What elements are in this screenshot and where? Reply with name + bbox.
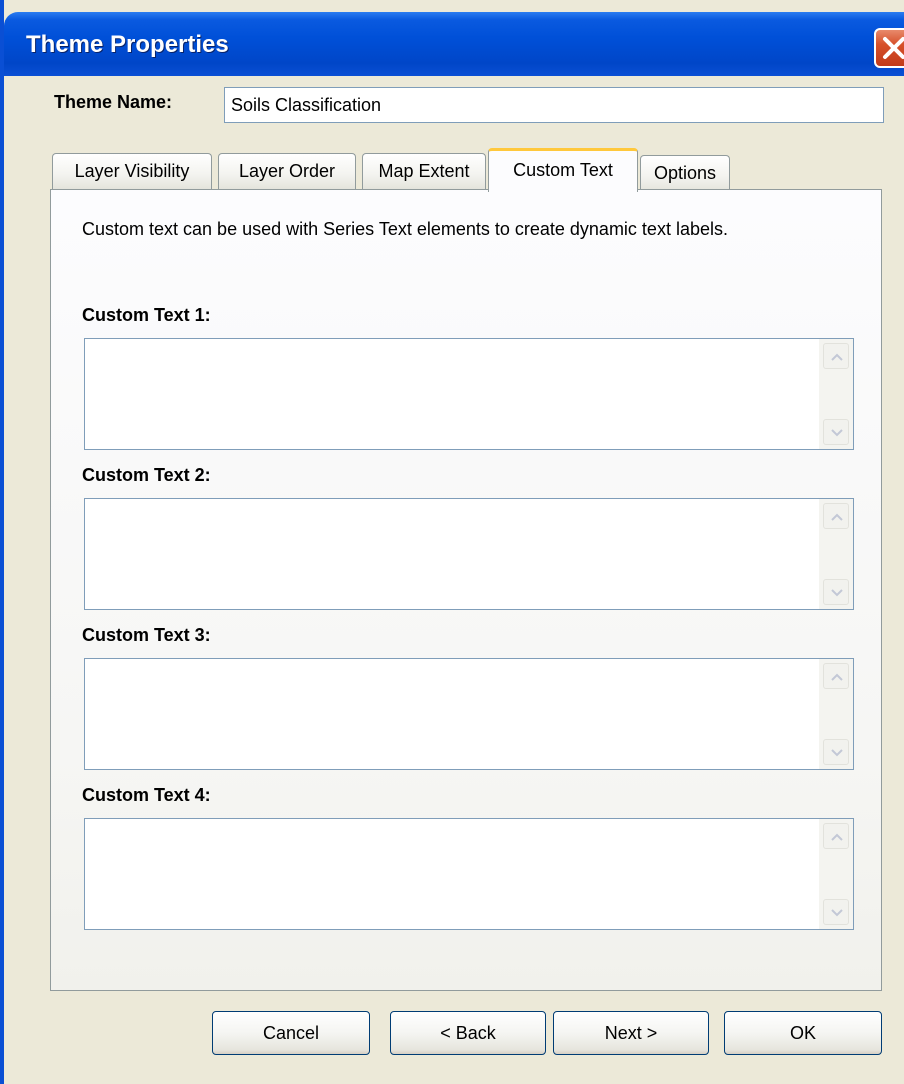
scroll-up-button[interactable] <box>823 663 849 689</box>
custom-text-1-field[interactable] <box>84 338 854 450</box>
custom-text-2-field[interactable] <box>84 498 854 610</box>
scroll-down-button[interactable] <box>823 739 849 765</box>
custom-text-2-scrollbar[interactable] <box>819 499 853 609</box>
custom-text-4-scrollbar[interactable] <box>819 819 853 929</box>
custom-text-2-label: Custom Text 2: <box>82 465 211 485</box>
custom-text-4-label: Custom Text 4: <box>82 785 211 805</box>
custom-text-4-field[interactable] <box>84 818 854 930</box>
chevron-up-icon <box>831 353 843 361</box>
window-title: Theme Properties <box>26 31 229 58</box>
scroll-up-button[interactable] <box>823 823 849 849</box>
theme-name-label: Theme Name: <box>54 92 173 112</box>
title-bar[interactable]: Theme Properties <box>4 12 904 76</box>
chevron-down-icon <box>831 749 843 757</box>
scroll-down-button[interactable] <box>823 899 849 925</box>
tab-layer-order[interactable]: Layer Order <box>218 153 356 189</box>
cancel-button[interactable]: Cancel <box>212 1011 370 1055</box>
ok-button[interactable]: OK <box>724 1011 882 1055</box>
chevron-up-icon <box>831 513 843 521</box>
tab-map-extent[interactable]: Map Extent <box>362 153 486 189</box>
scroll-up-button[interactable] <box>823 503 849 529</box>
tab-options[interactable]: Options <box>640 155 730 191</box>
theme-name-input[interactable] <box>224 87 884 123</box>
custom-text-3-scrollbar[interactable] <box>819 659 853 769</box>
scroll-down-button[interactable] <box>823 579 849 605</box>
custom-text-1-label: Custom Text 1: <box>82 305 211 325</box>
custom-text-2-textarea[interactable] <box>85 499 817 609</box>
scroll-up-button[interactable] <box>823 343 849 369</box>
custom-text-3-label: Custom Text 3: <box>82 625 211 645</box>
chevron-down-icon <box>831 429 843 437</box>
chevron-up-icon <box>831 673 843 681</box>
chevron-up-icon <box>831 833 843 841</box>
tab-layer-visibility[interactable]: Layer Visibility <box>52 153 212 189</box>
custom-text-4-textarea[interactable] <box>85 819 817 929</box>
custom-text-description: Custom text can be used with Series Text… <box>82 219 728 239</box>
tab-custom-text[interactable]: Custom Text <box>488 148 638 192</box>
chevron-down-icon <box>831 589 843 597</box>
custom-text-1-textarea[interactable] <box>85 339 817 449</box>
scroll-down-button[interactable] <box>823 419 849 445</box>
close-button[interactable] <box>874 28 904 68</box>
custom-text-1-scrollbar[interactable] <box>819 339 853 449</box>
back-button[interactable]: < Back <box>390 1011 546 1055</box>
chevron-down-icon <box>831 909 843 917</box>
custom-text-3-textarea[interactable] <box>85 659 817 769</box>
custom-text-3-field[interactable] <box>84 658 854 770</box>
theme-properties-dialog: Theme Properties Theme Name: Layer Visib… <box>0 0 904 1084</box>
next-button[interactable]: Next > <box>553 1011 709 1055</box>
close-icon <box>883 37 904 59</box>
